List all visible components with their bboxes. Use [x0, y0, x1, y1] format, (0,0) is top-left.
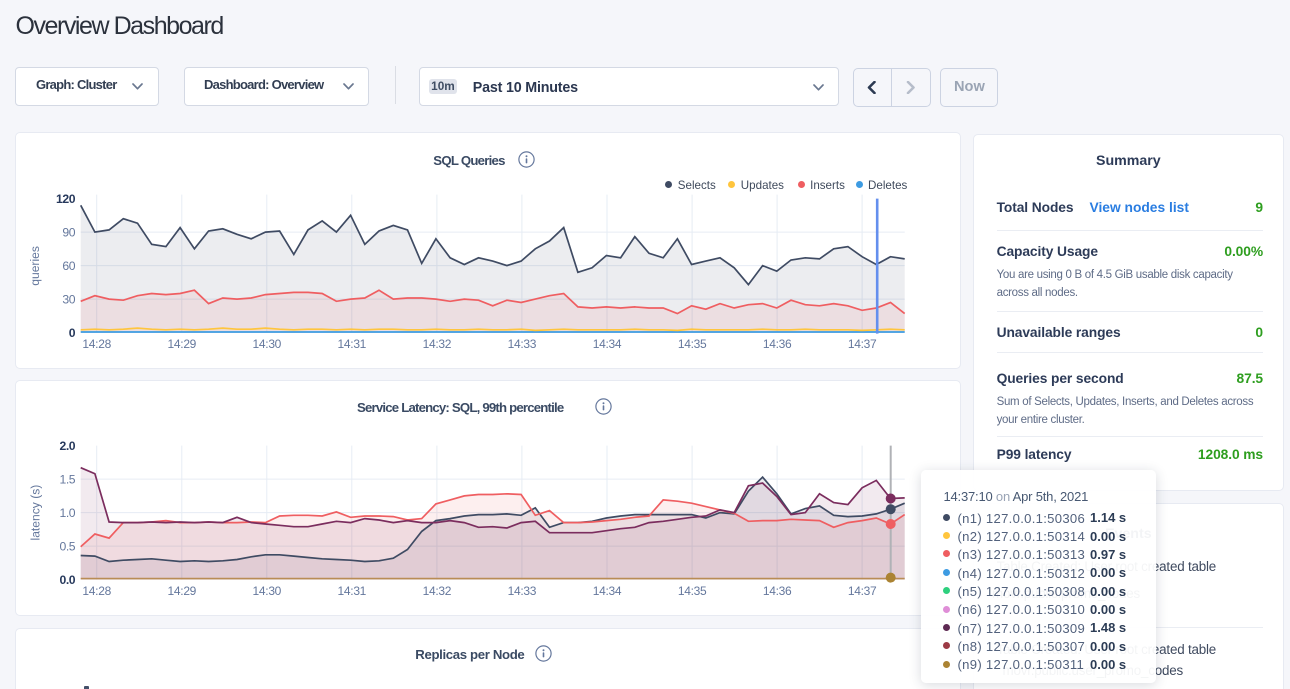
svg-text:14:29: 14:29 [168, 337, 197, 351]
svg-text:14:31: 14:31 [338, 337, 367, 351]
svg-text:14:34: 14:34 [593, 584, 622, 598]
svg-text:0.5: 0.5 [60, 540, 76, 554]
svg-text:14:33: 14:33 [508, 584, 537, 598]
svg-text:14:29: 14:29 [168, 584, 197, 598]
svg-text:1.0: 1.0 [60, 506, 76, 520]
svg-text:14:31: 14:31 [338, 584, 367, 598]
svg-text:14:30: 14:30 [253, 337, 282, 351]
svg-text:0.0: 0.0 [60, 573, 76, 587]
svg-text:14:35: 14:35 [678, 337, 707, 351]
svg-text:14:33: 14:33 [508, 337, 537, 351]
svg-text:latency (s): latency (s) [29, 485, 43, 541]
svg-text:90: 90 [63, 226, 76, 240]
svg-text:14:32: 14:32 [423, 584, 452, 598]
svg-text:14:37: 14:37 [848, 584, 877, 598]
svg-text:14:28: 14:28 [83, 584, 112, 598]
svg-text:14:36: 14:36 [763, 584, 792, 598]
svg-text:14:34: 14:34 [593, 337, 622, 351]
svg-text:queries: queries [28, 246, 42, 286]
svg-text:60: 60 [63, 259, 76, 273]
svg-text:0: 0 [69, 326, 76, 340]
svg-text:14:28: 14:28 [83, 337, 112, 351]
svg-text:2.0: 2.0 [60, 439, 76, 453]
svg-text:14:37: 14:37 [848, 337, 877, 351]
svg-text:14:32: 14:32 [423, 337, 452, 351]
svg-text:14:35: 14:35 [678, 584, 707, 598]
svg-text:120: 120 [56, 192, 76, 206]
svg-text:1.5: 1.5 [60, 473, 76, 487]
svg-text:14:36: 14:36 [763, 337, 792, 351]
svg-text:14:30: 14:30 [253, 584, 282, 598]
svg-text:30: 30 [63, 293, 76, 307]
